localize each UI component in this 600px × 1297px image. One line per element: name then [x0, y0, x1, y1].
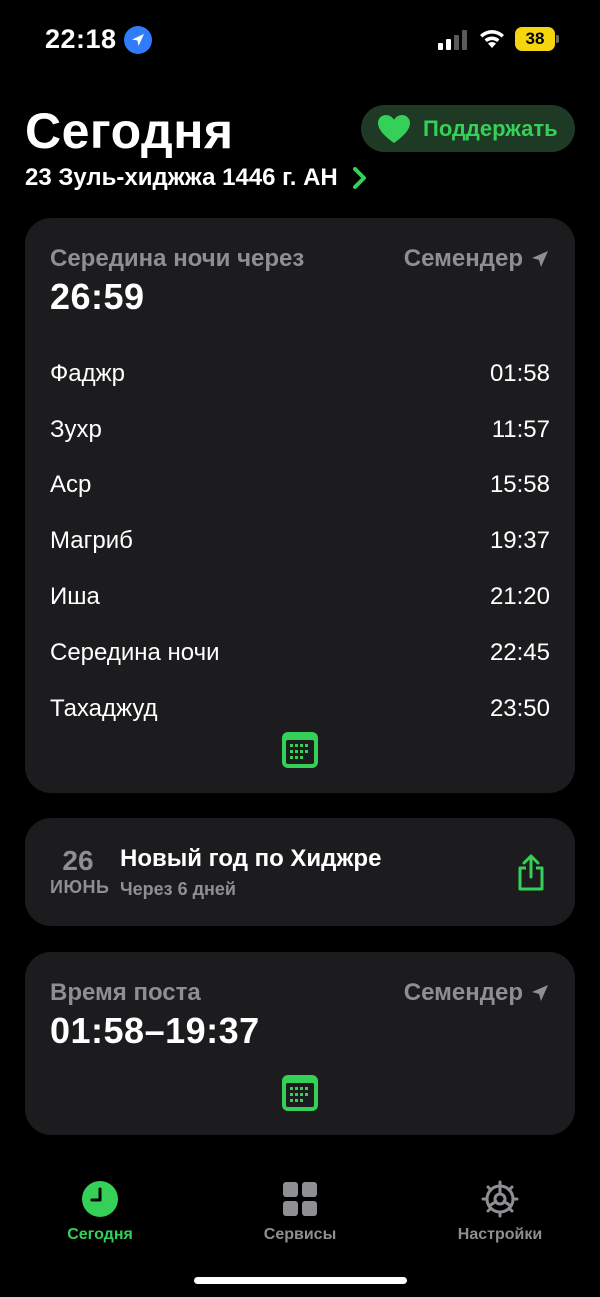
fasting-label: Время поста: [50, 979, 201, 1006]
heart-icon: [378, 114, 410, 143]
location-name: Семендер: [403, 979, 523, 1006]
tab-services[interactable]: Сервисы: [235, 1175, 365, 1244]
upcoming-event-card[interactable]: 26 ИЮНЬ Новый год по Хиджре Через 6 дней: [25, 818, 575, 926]
prayer-time: 11:57: [491, 415, 550, 443]
prayer-row-maghrib: Магриб 19:37: [50, 513, 550, 569]
prayer-time: 23:50: [489, 694, 550, 722]
battery-indicator: 38: [515, 27, 559, 51]
cellular-signal-icon: [438, 30, 467, 50]
calendar-icon[interactable]: [281, 731, 319, 769]
prayer-time: 21:20: [489, 583, 550, 611]
prayer-name: Аср: [50, 471, 92, 499]
location-selector[interactable]: Семендер: [404, 979, 549, 1007]
support-button[interactable]: Поддержать: [361, 105, 575, 152]
wifi-icon: [480, 30, 504, 48]
tab-label: Настройки: [457, 1226, 543, 1243]
tab-today[interactable]: Сегодня: [35, 1175, 165, 1244]
share-icon[interactable]: [515, 854, 547, 892]
support-button-label: Поддержать: [423, 115, 558, 141]
battery-tip: [556, 35, 559, 43]
location-arrow-icon: [532, 251, 548, 267]
prayer-row-isha: Иша 21:20: [50, 569, 550, 625]
fasting-range: 01:58–19:37: [50, 1010, 260, 1051]
event-date: 26 ИЮНЬ: [50, 845, 110, 897]
status-bar: 22:18 38: [0, 0, 600, 80]
chevron-right-icon: [352, 167, 366, 189]
prayer-row-dhuhr: Зухр 11:57: [50, 402, 550, 458]
hijri-date-link[interactable]: 23 Зуль-хиджжа 1446 г. AH: [25, 164, 368, 192]
prayer-name: Иша: [50, 583, 100, 611]
tab-label: Сервисы: [263, 1226, 337, 1243]
prayer-name: Фаджр: [50, 359, 125, 387]
tab-settings[interactable]: Настройки: [435, 1175, 565, 1244]
fasting-card[interactable]: Время поста 01:58–19:37 Семендер: [25, 952, 575, 1135]
prayer-list: Фаджр 01:58 Зухр 11:57 Аср 15:58 Магриб …: [50, 346, 550, 737]
gear-icon: [481, 1180, 519, 1218]
prayer-time: 01:58: [489, 359, 550, 387]
location-arrow-icon: [532, 985, 548, 1001]
prayer-row-asr: Аср 15:58: [50, 458, 550, 514]
status-time: 22:18: [45, 24, 117, 54]
prayer-row-midnight: Середина ночи 22:45: [50, 625, 550, 681]
event-title: Новый год по Хиджре: [120, 845, 382, 872]
prayer-name: Середина ночи: [50, 638, 220, 666]
prayer-time: 22:45: [489, 638, 550, 666]
tab-bar: Сегодня Сервисы Настройки: [0, 1175, 600, 1255]
home-indicator[interactable]: [194, 1277, 407, 1284]
battery-level: 38: [515, 27, 555, 51]
calendar-icon[interactable]: [281, 1074, 319, 1112]
prayer-name: Тахаджуд: [50, 694, 158, 722]
event-month: ИЮНЬ: [50, 877, 110, 897]
prayer-name: Зухр: [50, 415, 102, 443]
event-countdown: Через 6 дней: [120, 879, 236, 899]
prayer-name: Магриб: [50, 527, 133, 555]
location-selector[interactable]: Семендер: [404, 245, 549, 273]
prayer-time: 19:37: [489, 527, 550, 555]
clock-icon: [82, 1181, 118, 1217]
location-name: Семендер: [403, 245, 523, 272]
prayer-times-card[interactable]: Середина ночи через 26:59 Семендер Фаджр…: [25, 218, 575, 793]
page-title: Сегодня: [25, 103, 234, 159]
prayer-time: 15:58: [489, 471, 550, 499]
event-day: 26: [62, 845, 94, 876]
tab-label: Сегодня: [67, 1226, 133, 1243]
prayer-row-fajr: Фаджр 01:58: [50, 346, 550, 402]
prayer-row-tahajjud: Тахаджуд 23:50: [50, 681, 550, 737]
grid-icon: [283, 1182, 317, 1216]
location-arrow-icon: [124, 26, 152, 54]
hijri-date: 23 Зуль-хиджжа 1446 г. AH: [25, 164, 338, 191]
next-prayer-label: Середина ночи через: [50, 245, 305, 272]
countdown: 26:59: [50, 276, 145, 317]
